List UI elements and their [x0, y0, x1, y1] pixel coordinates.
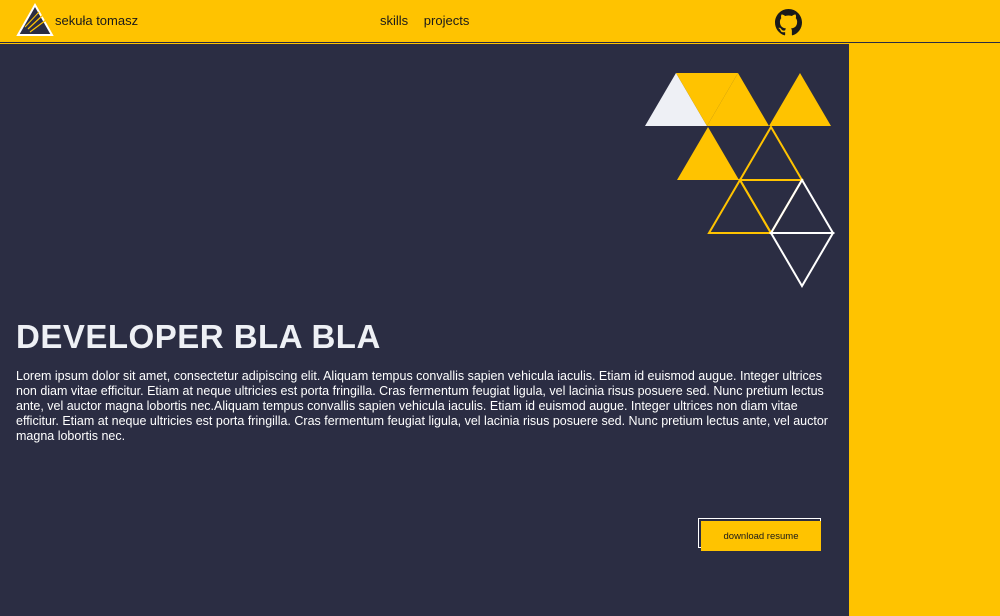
download-resume-button[interactable]: download resume	[701, 521, 821, 551]
github-icon[interactable]	[775, 9, 802, 36]
hero-description: Lorem ipsum dolor sit amet, consectetur …	[16, 369, 828, 443]
nav-link-projects[interactable]: projects	[424, 13, 470, 28]
hero-title: DEVELOPER BLA BLA	[16, 318, 381, 355]
triangle-decoration-icon	[640, 70, 840, 295]
nav-link-skills[interactable]: skills	[380, 13, 408, 28]
nav-links: skills projects	[380, 13, 481, 28]
resume-button-wrapper: download resume	[698, 518, 824, 552]
logo-triangle-icon[interactable]	[16, 3, 54, 37]
brand-name[interactable]: sekuła tomasz	[55, 13, 138, 28]
hero-section: DEVELOPER BLA BLA Lorem ipsum dolor sit …	[0, 44, 849, 616]
navbar: sekuła tomasz skills projects	[0, 0, 1000, 43]
